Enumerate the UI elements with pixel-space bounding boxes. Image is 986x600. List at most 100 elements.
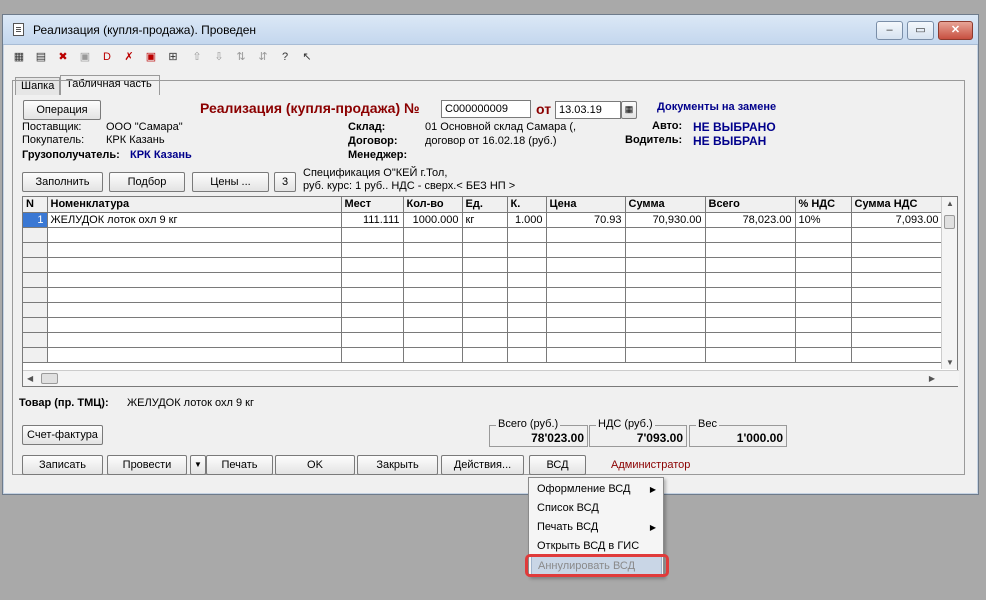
menu-item-vsd-list[interactable]: Список ВСД <box>531 499 662 518</box>
post-dropdown-icon[interactable]: ▼ <box>190 455 206 475</box>
contract-value[interactable]: договор от 16.02.18 (руб.) <box>425 135 557 147</box>
date-field[interactable]: 13.03.19 <box>555 101 621 119</box>
product-value: ЖЕЛУДОК лоток охл 9 кг <box>127 397 254 409</box>
cell-places[interactable]: 111.111 <box>341 212 404 228</box>
empty-row[interactable] <box>23 317 943 333</box>
empty-row[interactable] <box>23 227 943 243</box>
menu-item-label: Список ВСД <box>537 502 599 514</box>
close-button[interactable]: Закрыть <box>357 455 438 475</box>
copy-row-icon[interactable]: ▤ <box>33 49 49 65</box>
title-bar[interactable]: Реализация (купля-продажа). Проведен ‒ ▭… <box>3 15 978 45</box>
col-vat-pct[interactable]: % НДС <box>795 197 852 213</box>
supplier-value[interactable]: ООО "Самара" <box>106 121 183 133</box>
maximize-button[interactable]: ▭ <box>907 21 934 40</box>
sort-desc-icon[interactable]: ⇵ <box>255 49 271 65</box>
empty-row[interactable] <box>23 287 943 303</box>
menu-item-vsd-registration[interactable]: Оформление ВСД ▶ <box>531 480 662 499</box>
actions-button[interactable]: Действия... <box>441 455 524 475</box>
scroll-down-icon[interactable]: ▼ <box>946 358 954 367</box>
cell-nomenclature[interactable]: ЖЕЛУДОК лоток охл 9 кг <box>47 212 342 228</box>
col-unit[interactable]: Ед. <box>462 197 508 213</box>
vsd-button[interactable]: ВСД <box>529 455 586 475</box>
scroll-right-icon[interactable]: ▶ <box>929 374 935 383</box>
horizontal-scrollbar[interactable]: ◀ ▶ <box>23 370 959 386</box>
weight-caption: Вес <box>696 418 719 430</box>
calendar-icon[interactable]: ▦ <box>621 101 637 119</box>
empty-row[interactable] <box>23 332 943 348</box>
cell-sum[interactable]: 70,930.00 <box>625 212 706 228</box>
empty-row[interactable] <box>23 257 943 273</box>
driver-value[interactable]: НЕ ВЫБРАН <box>693 134 766 148</box>
mark-delete-icon[interactable]: D <box>99 49 115 65</box>
warehouse-value[interactable]: 01 Основной склад Самара (, <box>425 121 576 133</box>
cell-vat-pct[interactable]: 10% <box>795 212 852 228</box>
unmark-icon[interactable]: ✗ <box>121 49 137 65</box>
scroll-left-icon[interactable]: ◀ <box>27 374 33 383</box>
col-total[interactable]: Всего <box>705 197 796 213</box>
group-icon[interactable]: ▣ <box>77 49 93 65</box>
empty-row[interactable] <box>23 347 943 363</box>
operation-button[interactable]: Операция <box>23 100 101 120</box>
sort-asc-icon[interactable]: ⇅ <box>233 49 249 65</box>
invoice-button[interactable]: Счет-фактура <box>22 425 103 445</box>
menu-item-vsd-print[interactable]: Печать ВСД ▶ <box>531 518 662 537</box>
count-button[interactable]: 3 <box>274 172 296 192</box>
col-price[interactable]: Цена <box>546 197 626 213</box>
selection-button[interactable]: Подбор <box>109 172 185 192</box>
total-value: 78'023.00 <box>531 431 584 445</box>
close-window-button[interactable]: ✕ <box>938 21 973 40</box>
submenu-arrow-icon: ▶ <box>649 485 656 494</box>
fill-button[interactable]: Заполнить <box>22 172 103 192</box>
col-places[interactable]: Мест <box>341 197 404 213</box>
doc-number-field[interactable]: С000000009 <box>441 100 531 118</box>
minimize-button[interactable]: ‒ <box>876 21 903 40</box>
pointer-help-icon[interactable]: ↖ <box>299 49 315 65</box>
cell-qty[interactable]: 1000.000 <box>403 212 463 228</box>
cell-unit[interactable]: кг <box>462 212 508 228</box>
add-row-icon[interactable]: ▦ <box>11 49 27 65</box>
vertical-scrollbar[interactable]: ▲ ▼ <box>941 197 957 369</box>
supplier-label: Поставщик: <box>22 121 82 133</box>
date-prefix: от <box>536 101 552 117</box>
auto-value[interactable]: НЕ ВЫБРАНО <box>693 120 776 134</box>
cell-n[interactable]: 1 <box>23 212 48 228</box>
col-qty[interactable]: Кол-во <box>403 197 463 213</box>
window-title: Реализация (купля-продажа). Проведен <box>33 23 257 37</box>
weight-box: Вес 1'000.00 <box>689 418 787 447</box>
replacement-docs-link[interactable]: Документы на замене <box>657 101 776 113</box>
empty-row[interactable] <box>23 302 943 318</box>
empty-row[interactable] <box>23 242 943 258</box>
cell-price[interactable]: 70.93 <box>546 212 626 228</box>
col-coef[interactable]: К. <box>507 197 547 213</box>
cell-total[interactable]: 78,023.00 <box>705 212 796 228</box>
empty-row[interactable] <box>23 272 943 288</box>
product-label: Товар (пр. ТМЦ): <box>19 397 109 409</box>
save-button[interactable]: Записать <box>22 455 103 475</box>
consignee-value[interactable]: КРК Казань <box>130 149 192 161</box>
col-nomenclature[interactable]: Номенклатура <box>47 197 342 213</box>
post-button[interactable]: Провести <box>107 455 187 475</box>
insert-icon[interactable]: ▣ <box>143 49 159 65</box>
delete-row-icon[interactable]: ✖ <box>55 49 71 65</box>
move-down-icon[interactable]: ⇩ <box>211 49 227 65</box>
cell-vat-sum[interactable]: 7,093.00 <box>851 212 943 228</box>
help-icon[interactable]: ? <box>277 49 293 65</box>
items-grid[interactable]: N Номенклатура Мест Кол-во Ед. К. Цена С… <box>22 196 959 387</box>
buyer-value[interactable]: КРК Казань <box>106 134 165 146</box>
col-vat-sum[interactable]: Сумма НДС <box>851 197 943 213</box>
auto-label: Авто: <box>652 120 683 132</box>
vertical-scroll-thumb[interactable] <box>944 215 955 229</box>
table-row[interactable]: 1 ЖЕЛУДОК лоток охл 9 кг 111.111 1000.00… <box>23 212 943 228</box>
edit-row-icon[interactable]: ⊞ <box>165 49 181 65</box>
cell-coef[interactable]: 1.000 <box>507 212 547 228</box>
scroll-up-icon[interactable]: ▲ <box>946 199 954 208</box>
col-sum[interactable]: Сумма <box>625 197 706 213</box>
menu-item-label: Открыть ВСД в ГИС <box>537 540 640 552</box>
vat-value: 7'093.00 <box>636 431 683 445</box>
horizontal-scroll-thumb[interactable] <box>41 373 58 384</box>
ok-button[interactable]: OK <box>275 455 355 475</box>
move-up-icon[interactable]: ⇧ <box>189 49 205 65</box>
print-button[interactable]: Печать <box>206 455 273 475</box>
col-n[interactable]: N <box>23 197 48 213</box>
prices-button[interactable]: Цены ... <box>192 172 269 192</box>
